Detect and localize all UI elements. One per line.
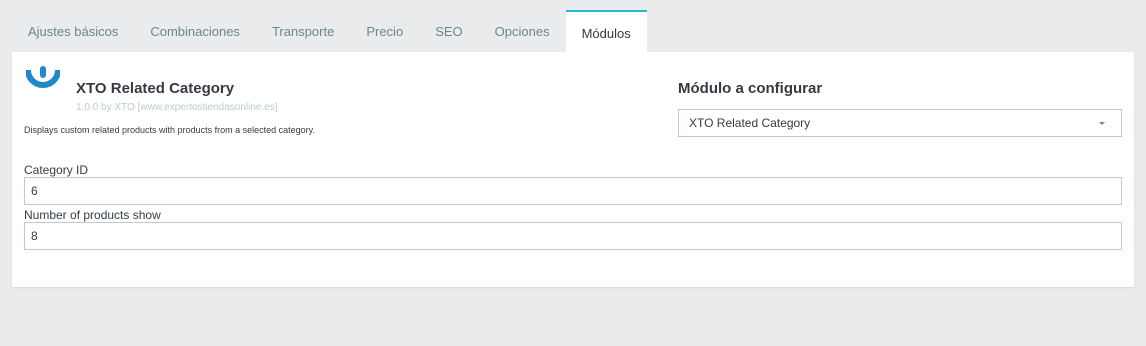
tab-ajustes-basicos[interactable]: Ajustes básicos <box>12 10 134 52</box>
tab-modulos[interactable]: Módulos <box>565 10 647 52</box>
module-description: Displays custom related products with pr… <box>24 125 315 135</box>
module-select-value: XTO Related Category <box>689 116 811 130</box>
tab-precio[interactable]: Precio <box>350 10 419 52</box>
tab-seo[interactable]: SEO <box>419 10 478 52</box>
module-version: 1.0.0 by XTO [www.expertostiendasonline.… <box>76 102 278 113</box>
category-id-label: Category ID <box>24 163 89 177</box>
module-select[interactable]: XTO Related Category <box>678 109 1122 137</box>
category-id-input[interactable]: 6 <box>24 177 1122 205</box>
products-show-input[interactable]: 8 <box>24 222 1122 250</box>
chevron-down-icon <box>1099 122 1105 125</box>
tab-transporte[interactable]: Transporte <box>256 10 350 52</box>
tab-combinaciones[interactable]: Combinaciones <box>134 10 256 52</box>
tab-opciones[interactable]: Opciones <box>479 10 566 52</box>
products-show-label: Number of products show <box>24 208 161 222</box>
module-panel: XTO Related Category 1.0.0 by XTO [www.e… <box>12 52 1134 287</box>
module-name: XTO Related Category <box>76 80 235 97</box>
product-tabs: Ajustes básicos Combinaciones Transporte… <box>12 10 647 52</box>
module-logo-icon <box>25 66 61 94</box>
configure-title: Módulo a configurar <box>678 80 823 97</box>
